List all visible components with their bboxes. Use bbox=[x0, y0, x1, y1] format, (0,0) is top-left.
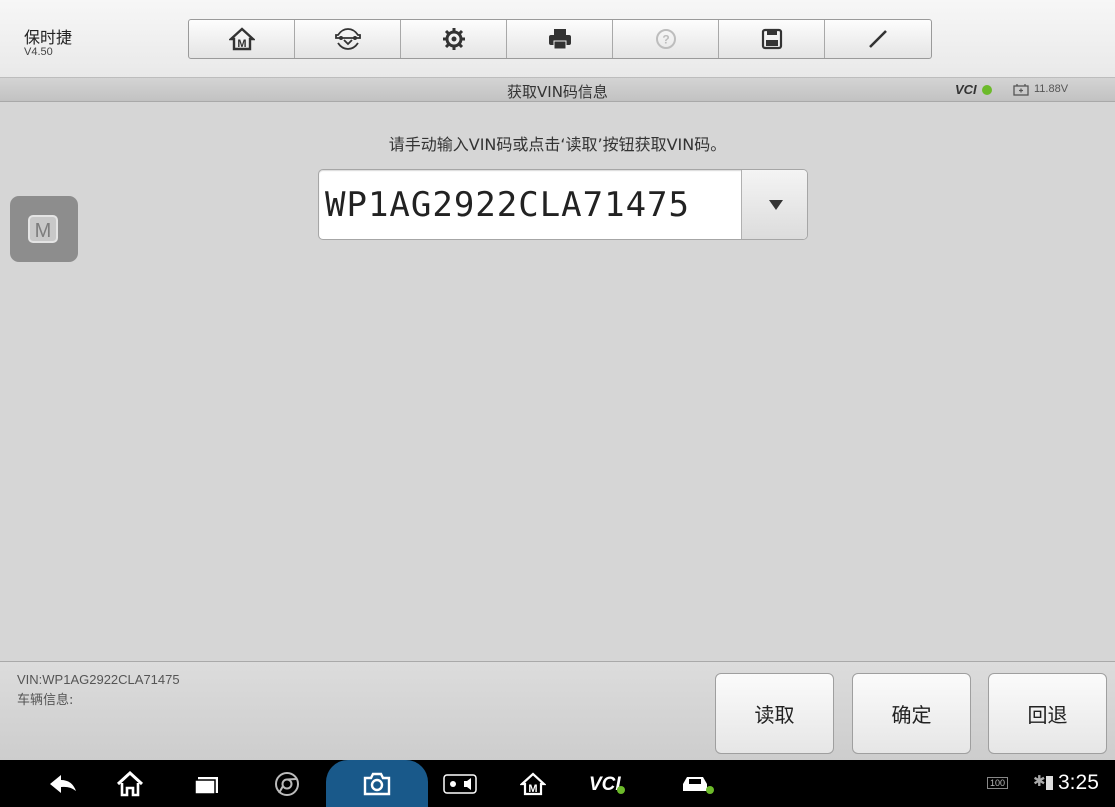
vci-manager-button[interactable]: VCI bbox=[578, 760, 636, 807]
chrome-icon bbox=[275, 771, 299, 796]
svg-text:VCI: VCI bbox=[589, 774, 621, 795]
title-bar: 获取VIN码信息 VCI 11.88V bbox=[0, 78, 1115, 102]
battery-voltage: 11.88V bbox=[1034, 83, 1069, 95]
vehicle-swap-button[interactable] bbox=[295, 20, 401, 58]
vin-dropdown-button[interactable] bbox=[741, 170, 807, 239]
top-toolbar: 保时捷 V4.50 M ? bbox=[0, 0, 1115, 78]
floppy-icon bbox=[761, 28, 782, 50]
help-button[interactable]: ? bbox=[613, 20, 719, 58]
camera-icon bbox=[363, 772, 391, 795]
svg-text:M: M bbox=[237, 38, 246, 50]
camera-app-button[interactable] bbox=[352, 760, 402, 807]
home-m-icon: M bbox=[520, 772, 546, 795]
app-version: V4.50 bbox=[24, 46, 53, 58]
vin-info-text: VIN:WP1AG2922CLA71475 bbox=[17, 672, 180, 687]
nav-recents-button[interactable] bbox=[182, 760, 232, 807]
save-button[interactable] bbox=[719, 20, 825, 58]
gear-icon bbox=[442, 28, 465, 50]
page-title: 获取VIN码信息 bbox=[507, 83, 608, 101]
android-nav-bar: M VCI 100 ✱ 3:25 bbox=[0, 760, 1115, 807]
nav-home-button[interactable] bbox=[105, 760, 155, 807]
pen-icon bbox=[869, 30, 887, 48]
vehicle-info-label: 车辆信息: bbox=[17, 693, 74, 708]
vin-input[interactable] bbox=[319, 170, 741, 239]
print-button[interactable] bbox=[507, 20, 613, 58]
home-button[interactable]: M bbox=[189, 20, 295, 58]
back-arrow-icon bbox=[50, 774, 76, 793]
bluetooth-icon: ✱ bbox=[1033, 772, 1046, 790]
car-swap-icon bbox=[334, 28, 361, 50]
confirm-button[interactable]: 确定 bbox=[852, 673, 971, 754]
settings-button[interactable] bbox=[401, 20, 507, 58]
home-m-icon: M bbox=[228, 27, 255, 51]
recent-apps-icon bbox=[194, 776, 218, 795]
vin-combobox bbox=[318, 169, 808, 240]
triangle-down-icon bbox=[768, 199, 783, 210]
floating-menu-button[interactable]: M bbox=[10, 196, 78, 262]
vci-status-label: VCI bbox=[955, 82, 977, 97]
app-title: 保时捷 bbox=[24, 28, 73, 47]
nav-back-button[interactable] bbox=[38, 760, 88, 807]
help-icon: ? bbox=[655, 29, 676, 49]
car-icon bbox=[683, 776, 714, 794]
battery-status-icon bbox=[1046, 776, 1053, 790]
vci-icon: VCI bbox=[589, 774, 625, 795]
svg-text:M: M bbox=[528, 783, 537, 795]
printer-icon bbox=[548, 29, 571, 50]
bottom-panel: VIN:WP1AG2922CLA71475 车辆信息: 读取 确定 回退 bbox=[0, 661, 1115, 760]
toolbar-button-group: M ? bbox=[188, 19, 932, 59]
edit-button[interactable] bbox=[825, 20, 931, 58]
brightness-volume-icon bbox=[443, 773, 477, 794]
read-button[interactable]: 读取 bbox=[715, 673, 834, 754]
m-logo-icon: M bbox=[28, 215, 58, 243]
status-level-badge: 100 bbox=[987, 777, 1009, 789]
svg-text:M: M bbox=[35, 220, 52, 242]
instruction-text: 请手动输入VIN码或点击‘读取’按钮获取VIN码。 bbox=[388, 135, 727, 154]
display-sound-button[interactable] bbox=[435, 760, 485, 807]
maxisys-home-button[interactable]: M bbox=[508, 760, 558, 807]
chrome-app-button[interactable] bbox=[262, 760, 312, 807]
vci-connected-icon bbox=[982, 85, 992, 95]
car-battery-icon bbox=[1013, 84, 1029, 96]
back-button[interactable]: 回退 bbox=[988, 673, 1107, 754]
android-home-icon bbox=[116, 770, 144, 796]
svg-text:?: ? bbox=[662, 33, 669, 47]
vehicle-status-button[interactable] bbox=[672, 760, 722, 807]
status-clock: 3:25 bbox=[1058, 771, 1099, 794]
